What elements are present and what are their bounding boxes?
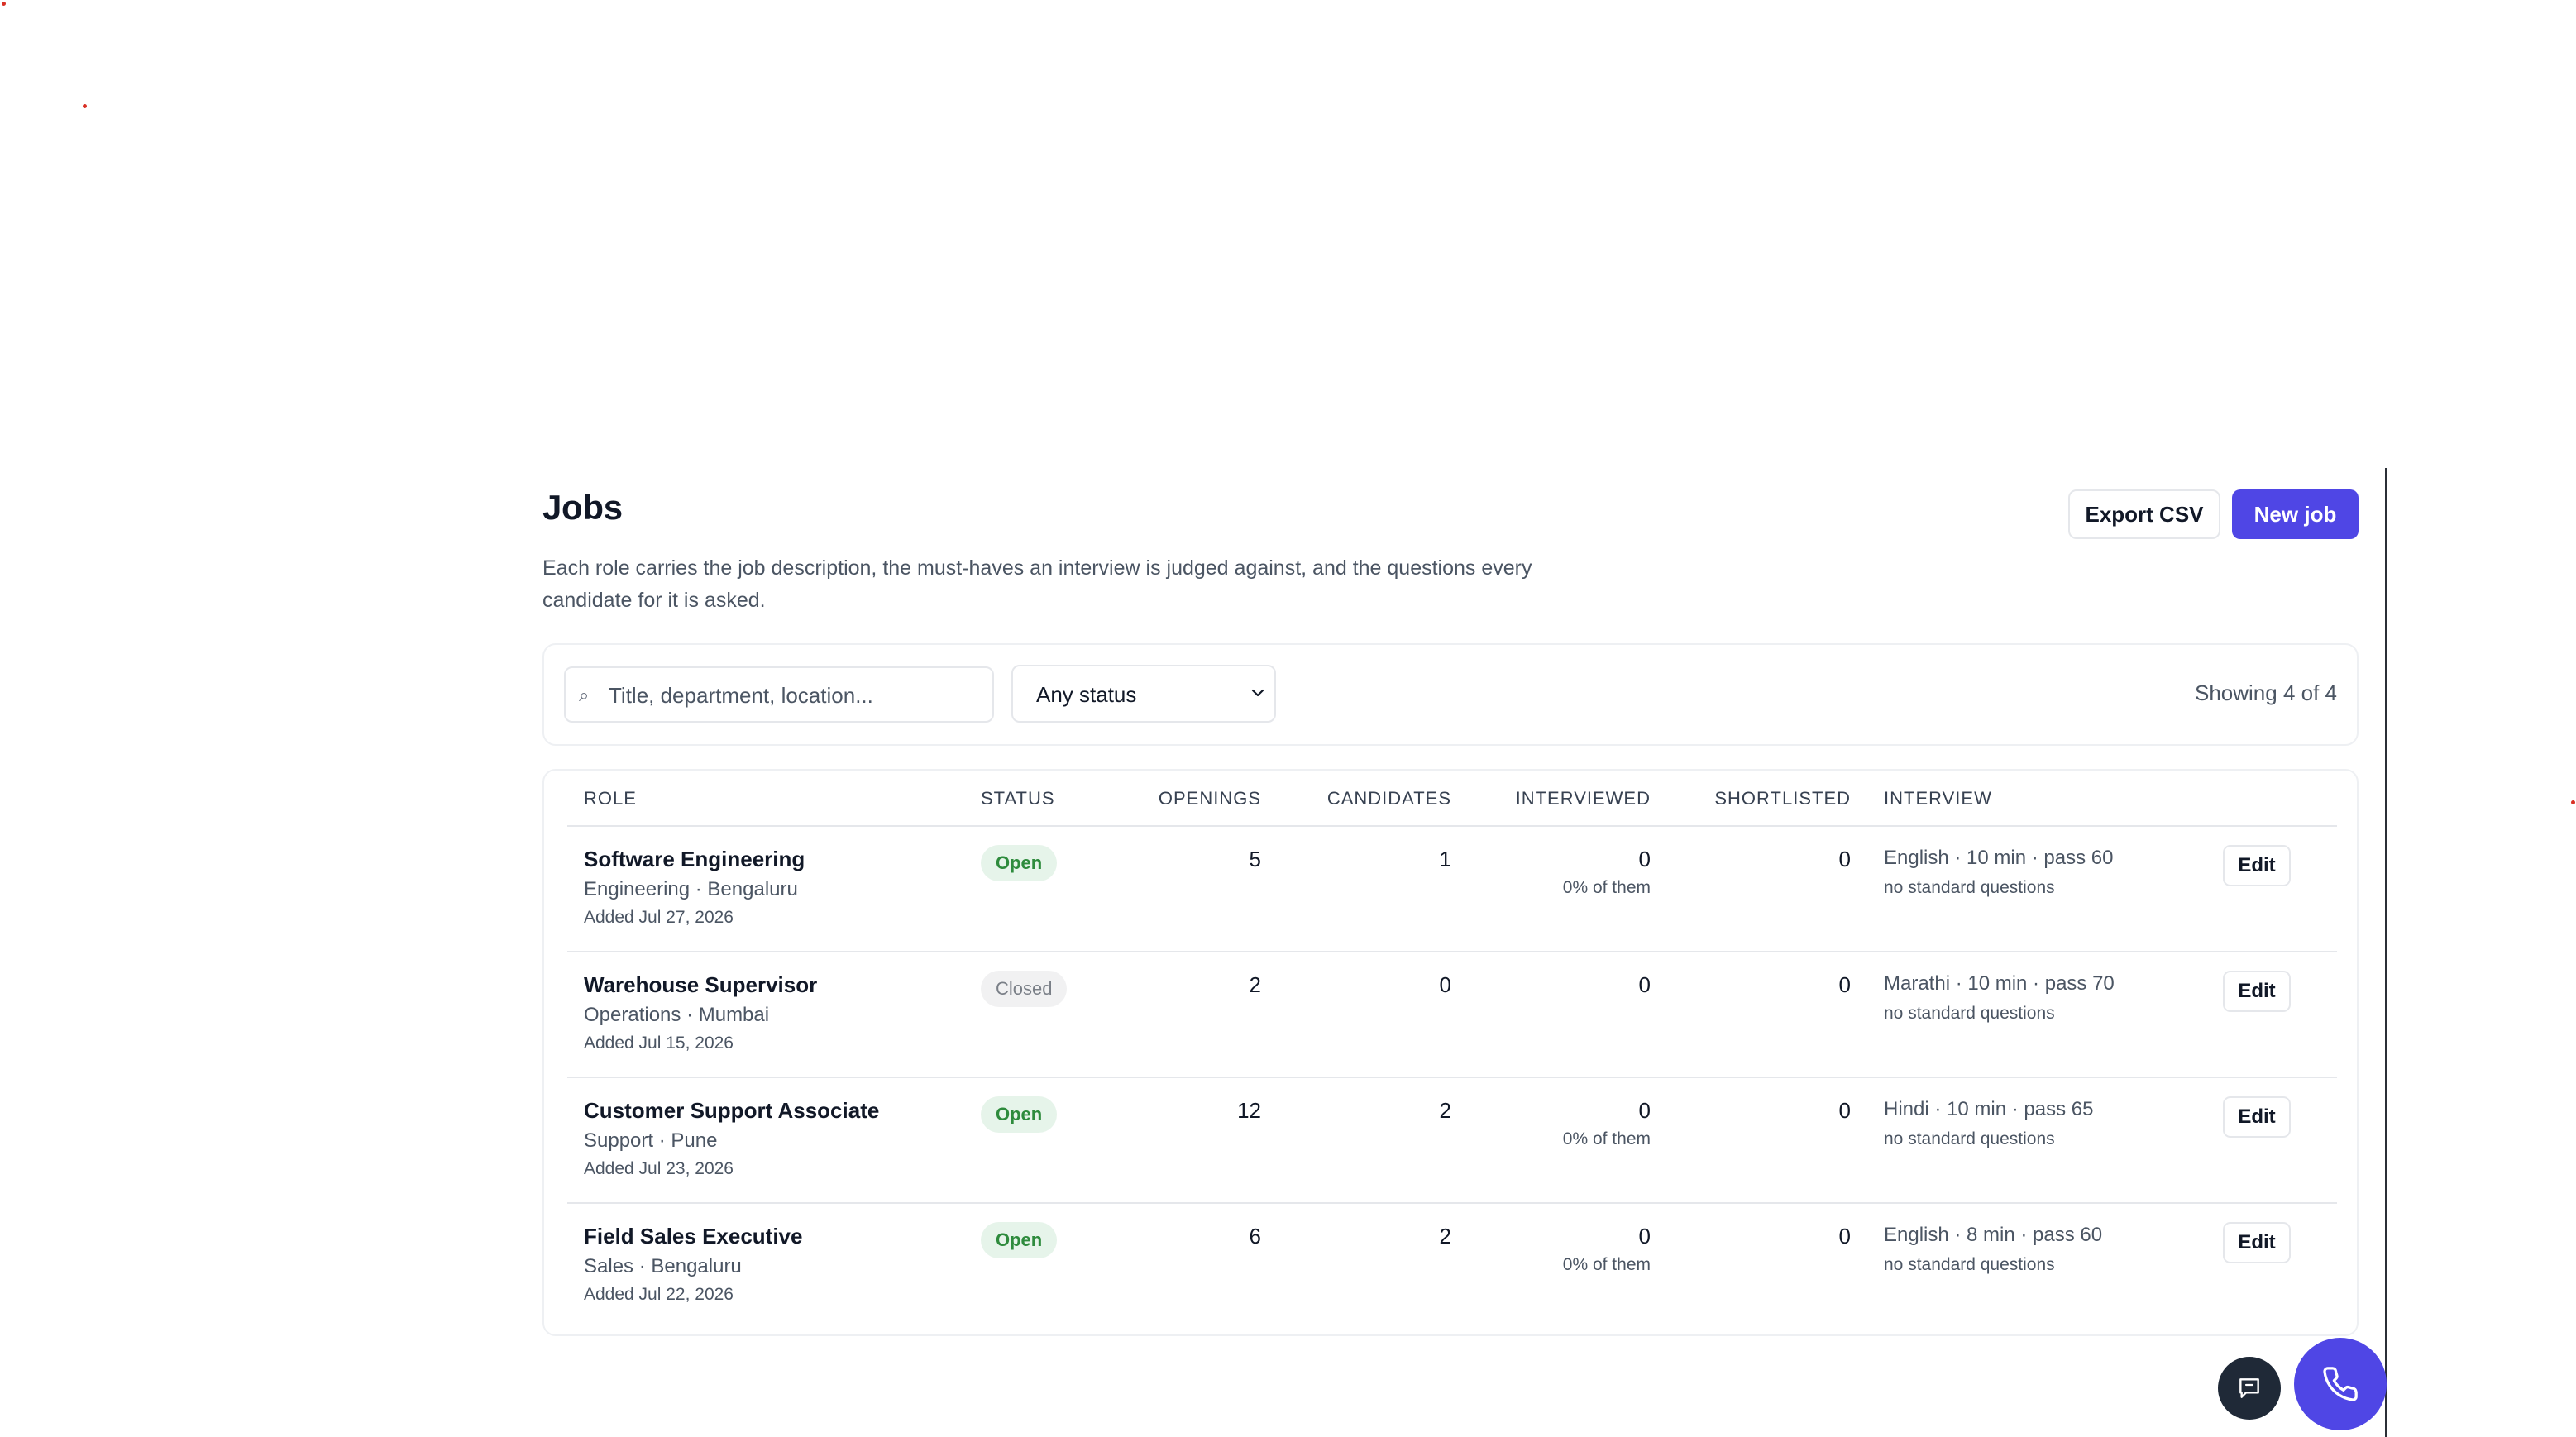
status-select[interactable]: Any status: [1011, 665, 1276, 723]
shortlisted-count: 0: [1838, 972, 1851, 997]
status-select-value: Any status: [1036, 682, 1137, 707]
call-button[interactable]: [2294, 1338, 2387, 1430]
phone-icon: [2323, 1367, 2358, 1401]
marker-dot: [2571, 800, 2575, 804]
chevron-down-icon: [1251, 689, 1264, 697]
table-row: Customer Support Associate Support · Pun…: [544, 1078, 2357, 1204]
job-title[interactable]: Customer Support Associate: [584, 1098, 879, 1124]
job-added-date: Added Jul 15, 2026: [584, 1034, 734, 1053]
openings-count: 12: [1237, 1098, 1261, 1123]
shortlisted-count: 0: [1838, 1224, 1851, 1248]
interviewed-percent: 0% of them: [1562, 1129, 1651, 1148]
shortlisted-count: 0: [1838, 1098, 1851, 1123]
interview-questions: no standard questions: [1884, 1255, 2055, 1274]
column-header-openings: OPENINGS: [1158, 788, 1261, 809]
job-meta: Engineering · Bengaluru: [584, 878, 798, 900]
job-title[interactable]: Software Engineering: [584, 847, 805, 872]
edit-button[interactable]: Edit: [2223, 1222, 2291, 1263]
table-row: Software Engineering Engineering · Benga…: [544, 827, 2357, 952]
job-title[interactable]: Field Sales Executive: [584, 1224, 802, 1249]
edit-button[interactable]: Edit: [2223, 845, 2291, 886]
status-badge: Open: [981, 1222, 1058, 1258]
candidates-count: 2: [1439, 1224, 1451, 1248]
interview-questions: no standard questions: [1884, 1129, 2055, 1148]
table-row: Field Sales Executive Sales · Bengaluru …: [544, 1204, 2357, 1330]
candidates-count: 1: [1439, 847, 1451, 871]
filter-bar: ⌕ Any status Showing 4 of 4: [542, 643, 2359, 746]
jobs-table: ROLE STATUS OPENINGS CANDIDATES INTERVIE…: [542, 769, 2359, 1336]
search-box[interactable]: ⌕: [564, 666, 994, 723]
column-header-interviewed: INTERVIEWED: [1515, 788, 1651, 809]
page-title: Jobs: [542, 488, 623, 527]
interview-settings: Marathi · 10 min · pass 70: [1884, 972, 2115, 995]
interview-settings: Hindi · 10 min · pass 65: [1884, 1098, 2094, 1120]
job-meta: Support · Pune: [584, 1129, 718, 1152]
table-header: ROLE STATUS OPENINGS CANDIDATES INTERVIE…: [544, 771, 2357, 827]
candidates-count: 0: [1439, 972, 1451, 997]
chat-button[interactable]: [2218, 1357, 2281, 1420]
edit-button[interactable]: Edit: [2223, 1096, 2291, 1138]
column-header-shortlisted: SHORTLISTED: [1714, 788, 1851, 809]
openings-count: 5: [1249, 847, 1261, 871]
interview-settings: English · 8 min · pass 60: [1884, 1224, 2103, 1246]
new-job-button[interactable]: New job: [2232, 489, 2359, 539]
export-csv-button[interactable]: Export CSV: [2068, 489, 2220, 539]
interviewed-count: 0: [1638, 972, 1651, 997]
interviewed-count: 0: [1638, 847, 1651, 871]
job-added-date: Added Jul 22, 2026: [584, 1285, 734, 1304]
search-icon: ⌕: [579, 685, 590, 705]
job-meta: Operations · Mumbai: [584, 1004, 770, 1026]
column-header-candidates: CANDIDATES: [1326, 788, 1451, 809]
marker-dot: [83, 104, 87, 108]
interviewed-percent: 0% of them: [1562, 1255, 1651, 1274]
interview-questions: no standard questions: [1884, 878, 2055, 897]
marker-dot: [2, 2, 6, 6]
results-count: Showing 4 of 4: [2194, 680, 2337, 705]
chat-icon: [2239, 1378, 2259, 1398]
column-header-interview: INTERVIEW: [1884, 788, 1992, 809]
interviewed-count: 0: [1638, 1098, 1651, 1123]
edit-button[interactable]: Edit: [2223, 971, 2291, 1012]
column-header-role: ROLE: [584, 788, 637, 809]
panel-divider: [2385, 468, 2387, 1437]
page-subtitle: Each role carries the job description, t…: [542, 556, 1532, 612]
interviewed-count: 0: [1638, 1224, 1651, 1248]
status-badge: Open: [981, 845, 1058, 881]
openings-count: 6: [1249, 1224, 1261, 1248]
candidates-count: 2: [1439, 1098, 1451, 1123]
status-badge: Closed: [981, 971, 1068, 1007]
interview-questions: no standard questions: [1884, 1004, 2055, 1023]
interview-settings: English · 10 min · pass 60: [1884, 847, 2114, 869]
interviewed-percent: 0% of them: [1562, 878, 1651, 897]
shortlisted-count: 0: [1838, 847, 1851, 871]
openings-count: 2: [1249, 972, 1261, 997]
table-row: Warehouse Supervisor Operations · Mumbai…: [544, 952, 2357, 1078]
job-title[interactable]: Warehouse Supervisor: [584, 972, 817, 998]
column-header-status: STATUS: [981, 788, 1055, 809]
status-badge: Open: [981, 1096, 1058, 1133]
job-added-date: Added Jul 23, 2026: [584, 1159, 734, 1178]
job-meta: Sales · Bengaluru: [584, 1255, 742, 1277]
job-added-date: Added Jul 27, 2026: [584, 908, 734, 927]
search-input[interactable]: [607, 668, 982, 723]
